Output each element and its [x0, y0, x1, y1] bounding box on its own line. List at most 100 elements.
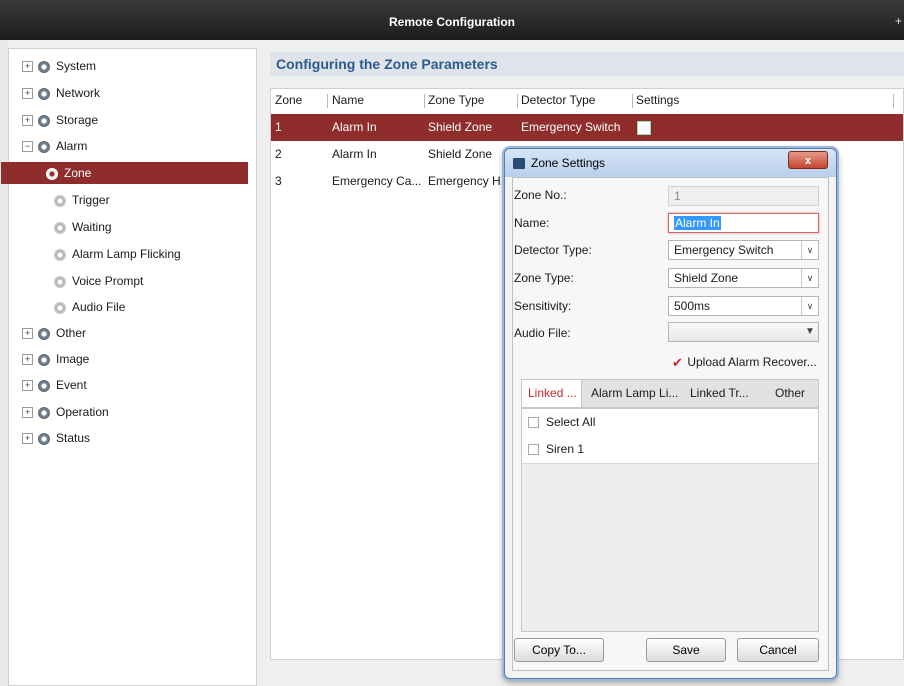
tree-item-status[interactable]: + Status: [22, 427, 90, 449]
tree-item-event[interactable]: + Event: [22, 374, 87, 396]
sensitivity-label: Sensitivity:: [514, 299, 572, 313]
detector-type-select[interactable]: Emergency Switch ∨: [668, 240, 819, 260]
tab-linked[interactable]: Linked ...: [522, 380, 582, 407]
chevron-down-icon[interactable]: ∨: [801, 269, 818, 287]
expand-icon[interactable]: +: [22, 407, 33, 419]
page-title: Configuring the Zone Parameters: [270, 52, 904, 76]
collapse-icon[interactable]: −: [22, 141, 33, 153]
checkbox-icon[interactable]: [528, 417, 539, 429]
tree-item-zone[interactable]: Zone: [1, 162, 248, 184]
gear-icon: [38, 379, 50, 392]
edit-icon[interactable]: [637, 120, 651, 135]
cell-zone-type: Shield Zone: [428, 120, 493, 134]
dropdown-arrow-icon[interactable]: ▼: [802, 323, 818, 341]
gear-icon: [38, 60, 50, 73]
tree-item-alarm-lamp-flicking[interactable]: Alarm Lamp Flicking: [54, 243, 181, 265]
chevron-down-icon[interactable]: ∨: [801, 297, 818, 315]
tree-item-label: Alarm Lamp Flicking: [72, 247, 181, 261]
gear-icon: [38, 140, 50, 153]
expand-icon[interactable]: +: [22, 380, 33, 392]
cell-name: Alarm In: [332, 147, 377, 161]
cell-name: Emergency Ca...: [332, 174, 422, 188]
gear-icon: [54, 221, 66, 234]
tree-item-label: Image: [56, 352, 90, 366]
window-titlebar: Remote Configuration +: [0, 0, 904, 40]
expand-icon[interactable]: +: [22, 433, 33, 445]
tree-item-operation[interactable]: + Operation: [22, 401, 109, 423]
tree-item-alarm[interactable]: − Alarm: [22, 135, 87, 157]
tree-item-storage[interactable]: + Storage: [22, 109, 98, 131]
column-header-name[interactable]: Name: [332, 92, 364, 108]
expand-icon[interactable]: +: [22, 115, 33, 127]
audio-file-label: Audio File:: [514, 326, 571, 340]
zone-type-value: Shield Zone: [674, 271, 739, 285]
checkbox-icon[interactable]: [528, 444, 539, 456]
tree-item-voice-prompt[interactable]: Voice Prompt: [54, 270, 143, 292]
list-item-label: Siren 1: [546, 442, 585, 456]
name-label: Name:: [514, 216, 550, 230]
upload-alarm-recover-label: Upload Alarm Recover...: [687, 355, 817, 369]
tree-item-label: Alarm: [56, 139, 88, 153]
upload-alarm-recover-option[interactable]: ✔ Upload Alarm Recover...: [672, 354, 817, 370]
tree-item-label: Storage: [56, 113, 99, 127]
tree-item-image[interactable]: + Image: [22, 348, 89, 370]
expand-icon[interactable]: +: [22, 328, 33, 340]
name-value: Alarm In: [674, 216, 721, 230]
tab-alarm-lamp[interactable]: Alarm Lamp Li...: [591, 380, 678, 407]
check-icon[interactable]: ✔: [672, 356, 684, 369]
table-row[interactable]: 1 Alarm In Shield Zone Emergency Switch: [271, 114, 903, 141]
gear-icon: [38, 87, 50, 100]
column-divider[interactable]: [327, 94, 328, 108]
tree-item-network[interactable]: + Network: [22, 82, 100, 104]
tree-item-audio-file[interactable]: Audio File: [54, 296, 125, 318]
window-title: Remote Configuration: [389, 15, 515, 29]
column-divider[interactable]: [517, 94, 518, 108]
select-all-row[interactable]: Select All: [522, 409, 818, 437]
tree-item-trigger[interactable]: Trigger: [54, 189, 110, 211]
zone-no-value: 1: [674, 189, 681, 203]
tree-item-label: Status: [56, 431, 91, 445]
tree-item-label: Other: [56, 326, 87, 340]
gear-icon: [38, 114, 50, 127]
close-icon[interactable]: x: [788, 151, 828, 169]
column-header-zone[interactable]: Zone: [275, 92, 302, 108]
detector-type-value: Emergency Switch: [674, 243, 774, 257]
column-header-zone-type[interactable]: Zone Type: [428, 92, 484, 108]
detector-type-label: Detector Type:: [514, 243, 592, 257]
tree-item-label: System: [56, 59, 97, 73]
save-button[interactable]: Save: [646, 638, 726, 662]
column-header-settings[interactable]: Settings: [636, 92, 679, 108]
audio-file-select[interactable]: ▼: [668, 322, 819, 342]
cell-zone-type: Shield Zone: [428, 147, 493, 161]
cell-zone-type: Emergency H...: [428, 174, 511, 188]
column-divider[interactable]: [632, 94, 633, 108]
expand-icon[interactable]: +: [22, 61, 33, 73]
column-header-detector-type[interactable]: Detector Type: [521, 92, 595, 108]
gear-icon: [46, 167, 58, 180]
tree-item-other[interactable]: + Other: [22, 322, 86, 344]
expand-icon[interactable]: +: [22, 88, 33, 100]
gear-icon: [38, 327, 50, 340]
gear-icon: [38, 353, 50, 366]
column-divider[interactable]: [424, 94, 425, 108]
expand-icon[interactable]: +: [22, 354, 33, 366]
column-divider[interactable]: [893, 94, 894, 108]
tab-linked-trigger[interactable]: Linked Tr...: [690, 380, 749, 407]
list-item[interactable]: Siren 1: [522, 436, 818, 464]
pin-icon[interactable]: +: [895, 14, 902, 28]
tab-other[interactable]: Other: [775, 380, 805, 407]
name-field[interactable]: Alarm In: [668, 213, 819, 233]
gear-icon: [38, 432, 50, 445]
cell-zone: 3: [275, 174, 282, 188]
tree-item-waiting[interactable]: Waiting: [54, 216, 112, 238]
dialog-titlebar[interactable]: Zone Settings x: [505, 149, 836, 177]
gear-icon: [38, 406, 50, 419]
cancel-button[interactable]: Cancel: [737, 638, 819, 662]
sensitivity-select[interactable]: 500ms ∨: [668, 296, 819, 316]
tree-item-system[interactable]: + System: [22, 55, 96, 77]
tree-item-label: Waiting: [72, 220, 112, 234]
zone-type-select[interactable]: Shield Zone ∨: [668, 268, 819, 288]
chevron-down-icon[interactable]: ∨: [801, 241, 818, 259]
copy-to-button[interactable]: Copy To...: [514, 638, 604, 662]
zone-no-field: 1: [668, 186, 819, 206]
